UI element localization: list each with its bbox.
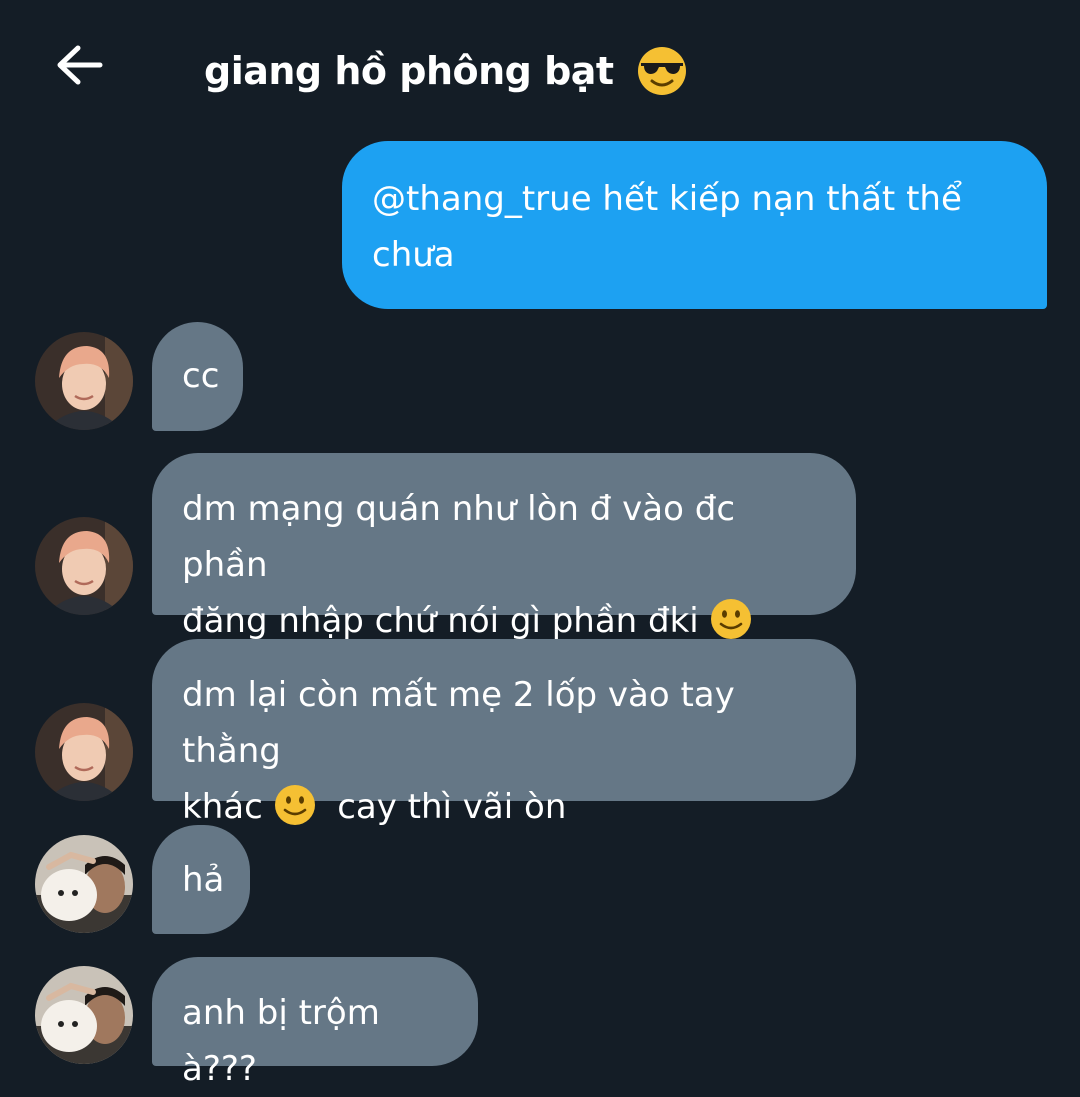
back-button[interactable] [52, 38, 108, 94]
message-line: chưa [372, 235, 455, 275]
message-line: anh bị trộm à??? [182, 993, 380, 1089]
avatar-user-b[interactable] [35, 966, 133, 1064]
avatar-user-b-image [35, 966, 133, 1064]
message-line: dm lại còn mất mẹ 2 lốp vào tay thằng [182, 675, 735, 771]
received-message-bubble[interactable]: dm mạng quán như lòn đ vào đc phần đăng … [152, 453, 856, 641]
message-text: khác [182, 787, 263, 827]
arrow-left-icon [57, 45, 103, 85]
message-line: dm mạng quán như lòn đ vào đc phần [182, 489, 736, 585]
avatar-user-a-image [35, 332, 133, 430]
conversation-title-text: giang hồ phông bạt [204, 48, 614, 93]
received-message-bubble[interactable]: hả [152, 825, 250, 934]
message-line: khác cay thì vãi òn [182, 779, 826, 835]
message-text: cay thì vãi òn [326, 787, 567, 827]
avatar-user-a-image [35, 517, 133, 615]
chat-header: giang hồ phông bạt [0, 0, 1080, 130]
message-line: @thang_true hết kiếp nạn thất thể [372, 179, 962, 219]
smiling-face-with-sunglasses-icon [638, 46, 687, 95]
message-text: đăng nhập chứ nói gì phần đki [182, 601, 699, 641]
avatar-user-a-image [35, 703, 133, 801]
slightly-smiling-face-icon [274, 785, 315, 825]
avatar-user-a[interactable] [35, 517, 133, 615]
avatar-user-b[interactable] [35, 835, 133, 933]
avatar-user-a[interactable] [35, 332, 133, 430]
received-message-bubble[interactable]: anh bị trộm à??? [152, 957, 478, 1089]
message-line: hả [182, 860, 225, 900]
slightly-smiling-face-icon [710, 599, 751, 639]
received-message-bubble[interactable]: cc [152, 322, 243, 431]
avatar-user-b-image [35, 835, 133, 933]
received-message-bubble[interactable]: dm lại còn mất mẹ 2 lốp vào tay thằng kh… [152, 639, 856, 827]
avatar-user-a[interactable] [35, 703, 133, 801]
sent-message-bubble[interactable]: @thang_true hết kiếp nạn thất thể chưa [342, 141, 1047, 309]
conversation-title[interactable]: giang hồ phông bạt [204, 38, 688, 101]
message-line: cc [182, 356, 220, 396]
